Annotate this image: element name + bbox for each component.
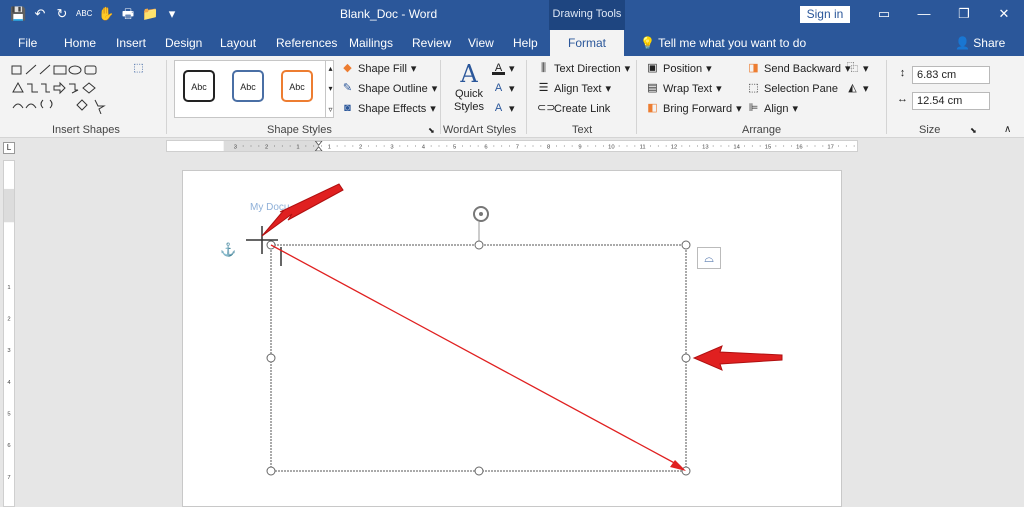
drag-direction-arrow	[270, 244, 681, 467]
resize-handle-right[interactable]	[681, 353, 691, 363]
rotate-handle-icon[interactable]	[473, 206, 489, 222]
resize-handle-bottom-left[interactable]	[266, 466, 276, 476]
resize-handle-top-right[interactable]	[681, 240, 691, 250]
callout-arrow-top-left	[261, 183, 344, 237]
crosshair-cursor-icon	[246, 226, 278, 254]
resize-handle-bottom[interactable]	[474, 466, 484, 476]
shape-overlay	[246, 183, 783, 476]
resize-handle-top[interactable]	[474, 240, 484, 250]
callout-arrow-right	[692, 345, 783, 371]
resize-handle-left[interactable]	[266, 353, 276, 363]
